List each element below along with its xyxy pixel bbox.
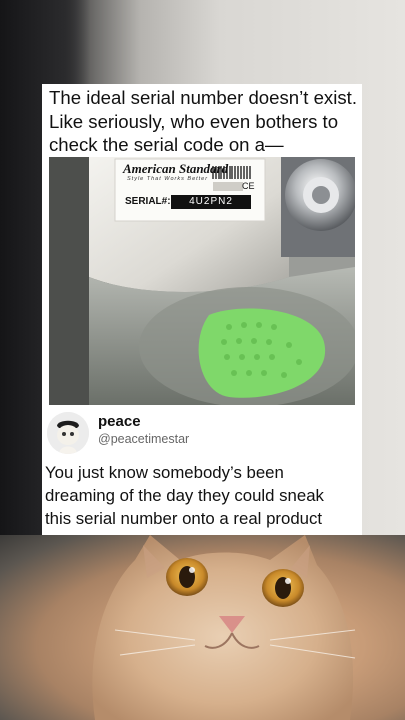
author-name[interactable]: peace bbox=[98, 413, 141, 430]
author-handle[interactable]: @peacetimestar bbox=[98, 432, 189, 446]
tweet-body: You just know somebody’s been dreaming o… bbox=[45, 463, 324, 529]
avatar[interactable] bbox=[47, 412, 89, 454]
author-row: peace @peacetimestar bbox=[47, 408, 357, 458]
post-caption: The ideal serial number doesn’t exist. L… bbox=[49, 87, 357, 155]
cat-reaction-image bbox=[92, 535, 356, 720]
tweet-card: The ideal serial number doesn’t exist. L… bbox=[42, 84, 362, 535]
serial-number-photo: American Standard Style That Works Bette… bbox=[49, 157, 355, 405]
serial-value: 4U2PN2 bbox=[171, 195, 251, 209]
brand-logo-text: American Standard bbox=[123, 161, 229, 176]
serial-label: SERIAL#: bbox=[125, 196, 171, 207]
ce-mark: CE bbox=[242, 181, 255, 191]
brand-tagline: Style That Works Better bbox=[127, 176, 209, 182]
